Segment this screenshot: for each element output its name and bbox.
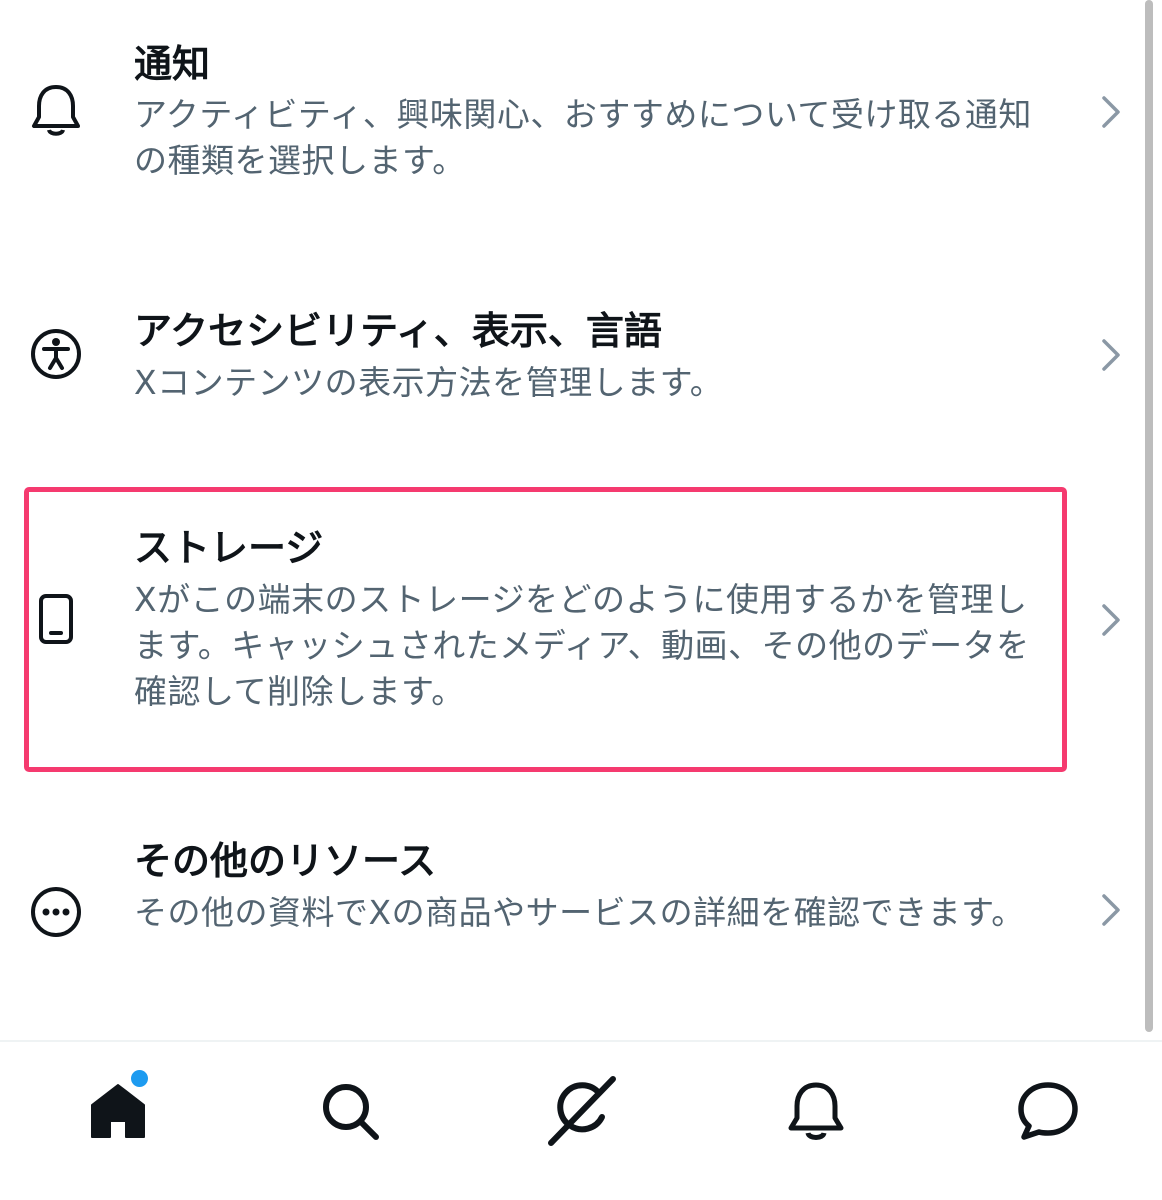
tab-home[interactable] <box>80 1075 156 1151</box>
settings-item-description: Xコンテンツの表示方法を管理します。 <box>134 363 724 402</box>
settings-item-title: アクセシビリティ、表示、言語 <box>134 309 662 353</box>
tab-notifications[interactable] <box>778 1075 854 1151</box>
accessibility-icon <box>26 324 86 384</box>
chevron-right-icon <box>1102 96 1120 128</box>
bell-icon <box>26 80 86 140</box>
search-icon <box>318 1079 382 1147</box>
tabbar-divider <box>0 1040 1162 1042</box>
settings-item-title: 通知 <box>134 42 211 86</box>
tab-grok[interactable] <box>545 1075 621 1151</box>
settings-item-description: その他の資料でXの商品やサービスの詳細を確認できます。 <box>134 893 1025 932</box>
settings-item-description: アクティビティ、興味関心、おすすめについて受け取る通知の種類を選択します。 <box>134 95 1032 180</box>
grok-icon <box>547 1075 619 1151</box>
settings-item-title: その他のリソース <box>134 839 437 883</box>
chevron-right-icon <box>1102 894 1120 926</box>
notifications-icon <box>786 1079 846 1147</box>
chevron-right-icon <box>1102 339 1120 371</box>
tab-search[interactable] <box>312 1075 388 1151</box>
scrollbar[interactable] <box>1145 0 1153 1032</box>
unread-dot <box>131 1070 148 1087</box>
settings-item-additional-resources[interactable]: その他のリソース その他の資料でXの商品やサービスの詳細を確認できます。 <box>0 820 1140 1000</box>
messages-icon <box>1015 1079 1081 1147</box>
settings-item-accessibility[interactable]: アクセシビリティ、表示、言語 Xコンテンツの表示方法を管理します。 <box>0 290 1140 430</box>
tab-messages[interactable] <box>1010 1075 1086 1151</box>
highlight-box <box>24 487 1067 772</box>
settings-item-notifications[interactable]: 通知 アクティビティ、興味関心、おすすめについて受け取る通知の種類を選択します。 <box>0 0 1140 230</box>
chevron-right-icon <box>1102 604 1120 636</box>
more-circle-icon <box>26 882 86 942</box>
home-icon <box>86 1079 150 1147</box>
